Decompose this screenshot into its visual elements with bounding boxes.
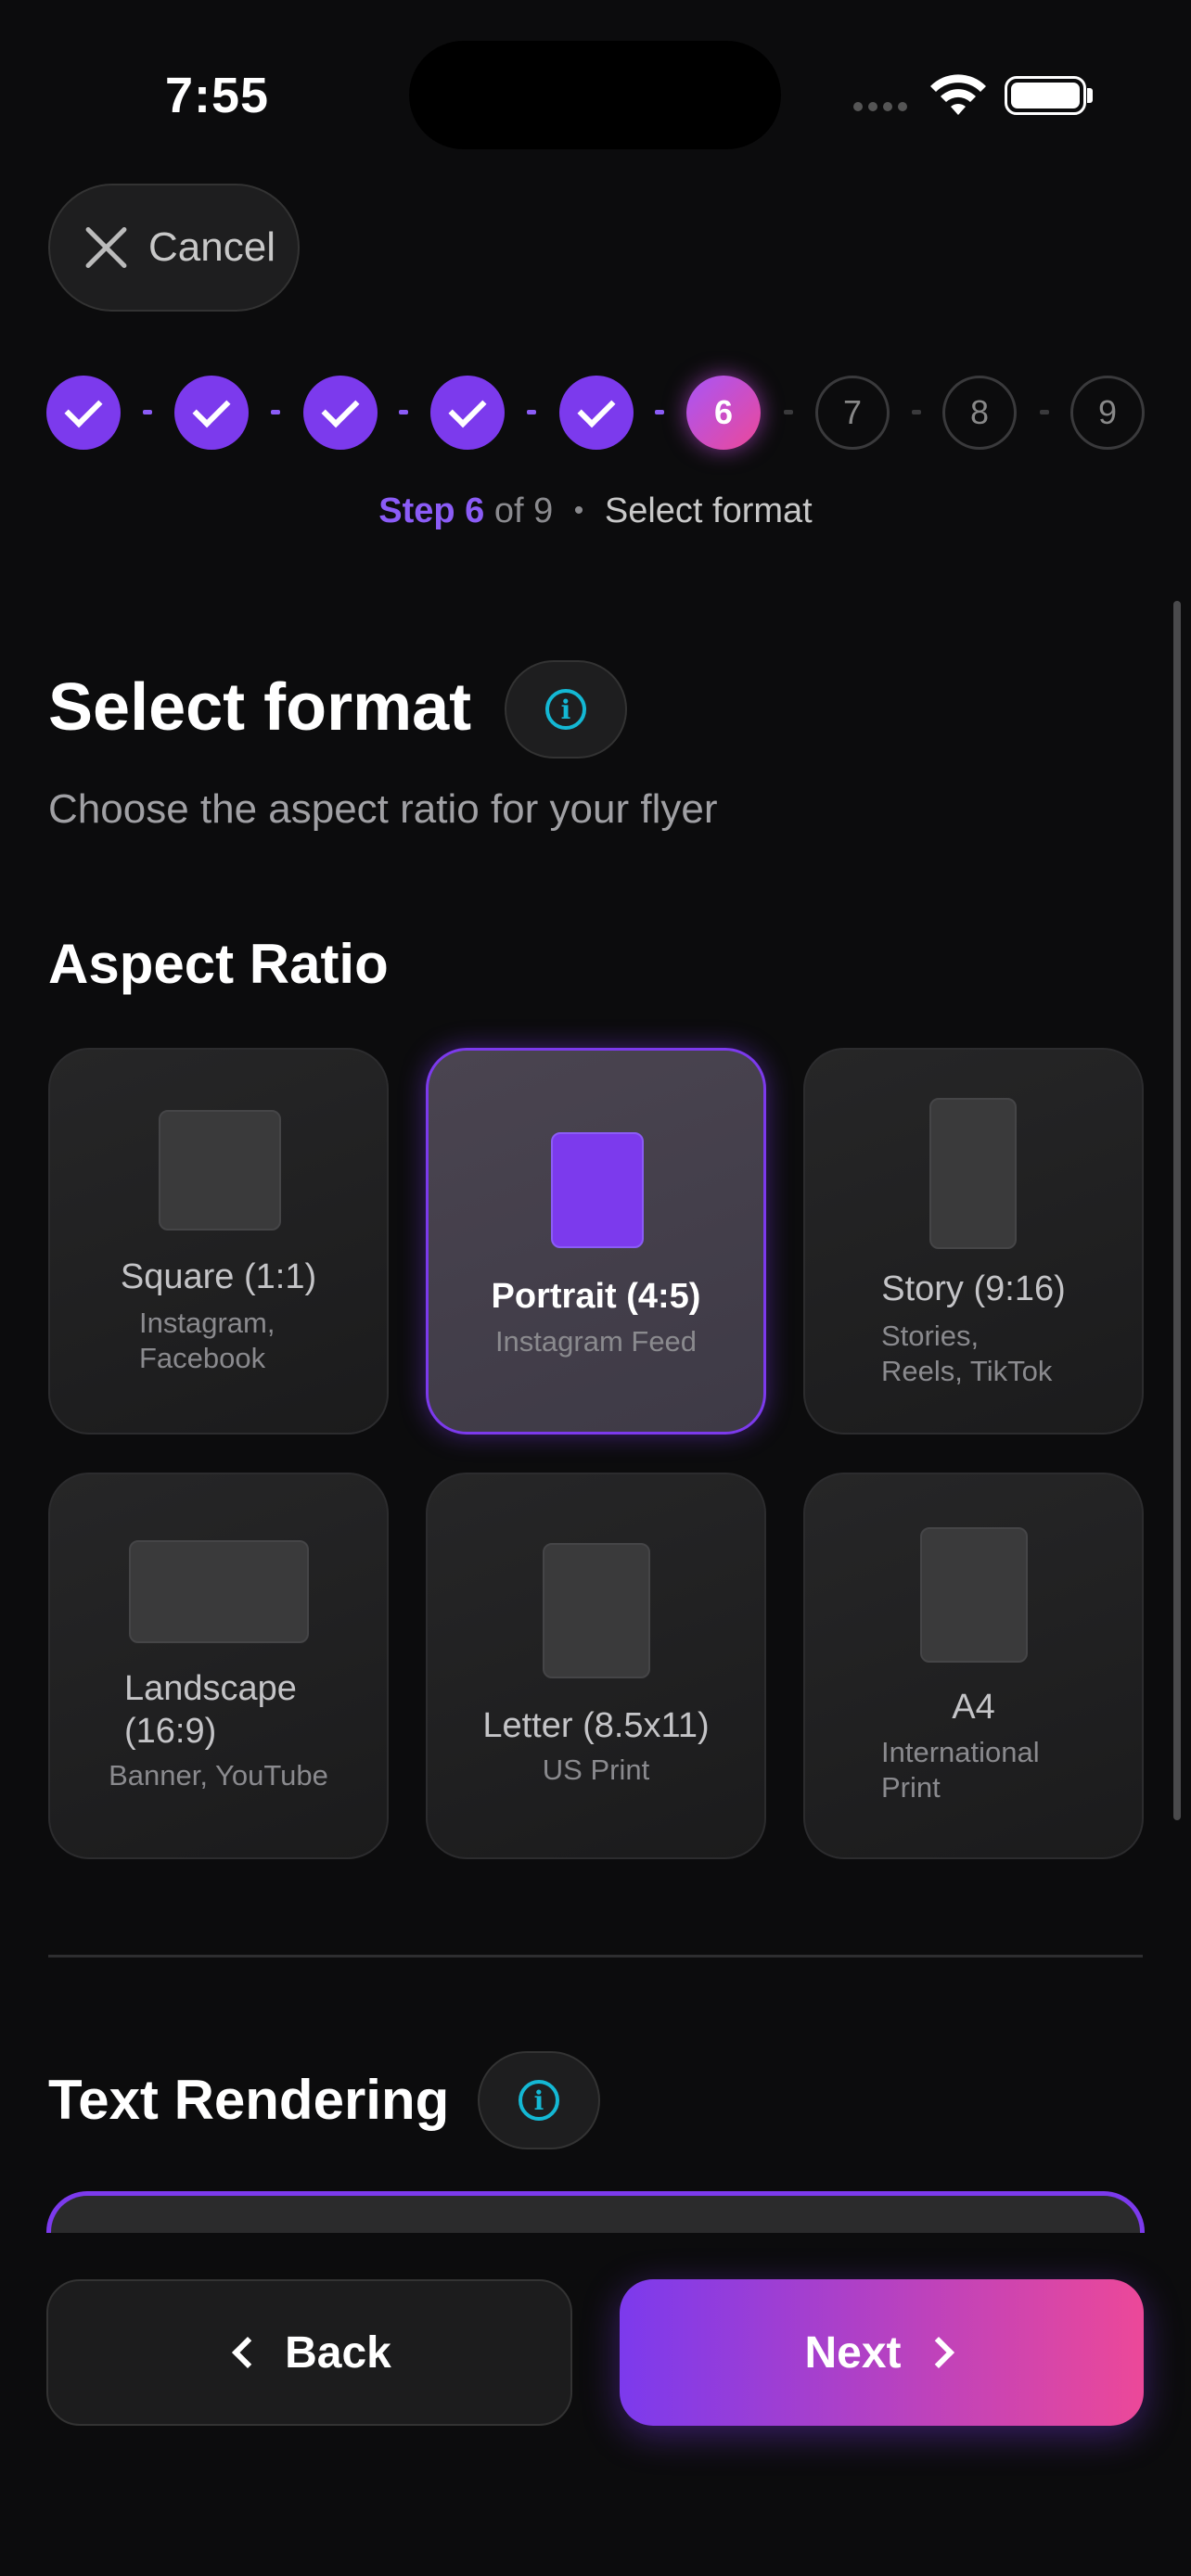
- step-connector: [1040, 410, 1049, 414]
- square-ratio-preview: [159, 1110, 281, 1231]
- close-icon: [82, 223, 130, 272]
- back-button[interactable]: Back: [46, 2279, 572, 2426]
- format-option-title: Story (9:16): [881, 1269, 1066, 1308]
- step-caption-name: Select format: [604, 491, 813, 530]
- battery-tip: [1087, 88, 1093, 103]
- page-title: Select format: [48, 670, 472, 745]
- landscape-ratio-preview: [129, 1540, 309, 1643]
- step-connector: [784, 410, 793, 414]
- scrollbar[interactable]: [1173, 601, 1181, 1820]
- format-option-portrait[interactable]: Portrait (4:5) Instagram Feed: [426, 1048, 766, 1435]
- format-option-story[interactable]: Story (9:16) Stories, Reels, TikTok: [803, 1048, 1144, 1435]
- battery-icon: [1005, 76, 1086, 115]
- step-connector: [271, 410, 280, 414]
- signal-icon: [853, 102, 907, 111]
- step-7: 7: [815, 376, 890, 450]
- step-8: 8: [942, 376, 1017, 450]
- step-caption-current: Step 6: [378, 491, 485, 530]
- a4-ratio-preview: [920, 1527, 1028, 1663]
- chevron-left-icon: [232, 2337, 264, 2368]
- text-rendering-info-button[interactable]: i: [478, 2051, 600, 2149]
- step-connector: [655, 410, 664, 414]
- step-9: 9: [1070, 376, 1145, 450]
- format-option-desc: Instagram Feed: [494, 1325, 698, 1358]
- section-divider: [48, 1955, 1143, 1958]
- format-option-square[interactable]: Square (1:1) Instagram, Facebook: [48, 1048, 389, 1435]
- step-1-completed: [46, 376, 121, 450]
- format-option-title: Portrait (4:5): [491, 1277, 701, 1316]
- check-icon: [321, 389, 360, 428]
- format-info-button[interactable]: i: [505, 660, 627, 759]
- status-time: 7:55: [165, 68, 270, 123]
- next-label: Next: [804, 2327, 902, 2378]
- format-option-desc: Stories,: [881, 1320, 980, 1352]
- info-icon: i: [519, 2080, 559, 2121]
- check-icon: [448, 389, 487, 428]
- progress-stepper: 6 7 8 9: [46, 376, 1146, 450]
- back-label: Back: [285, 2327, 391, 2378]
- wifi-icon: [930, 74, 986, 115]
- format-option-desc: Facebook: [139, 1342, 266, 1374]
- step-connector: [399, 410, 408, 414]
- step-2-completed: [174, 376, 249, 450]
- step-connector: [527, 410, 536, 414]
- check-icon: [64, 389, 103, 428]
- format-option-title: Letter (8.5x11): [482, 1706, 710, 1745]
- page-subtitle: Choose the aspect ratio for your flyer: [48, 786, 718, 832]
- step-caption-separator: •: [573, 495, 584, 526]
- portrait-ratio-preview: [551, 1132, 644, 1248]
- step-connector: [143, 410, 152, 414]
- check-icon: [577, 389, 616, 428]
- aspect-ratio-heading: Aspect Ratio: [48, 933, 389, 995]
- dynamic-island: [409, 41, 781, 149]
- format-option-title: Square (1:1): [120, 1257, 317, 1296]
- step-3-completed: [303, 376, 378, 450]
- format-option-title: (16:9): [124, 1712, 217, 1751]
- info-icon: i: [545, 689, 586, 730]
- format-option-title: A4: [952, 1688, 995, 1727]
- step-4-completed: [430, 376, 505, 450]
- letter-ratio-preview: [543, 1543, 650, 1678]
- next-button[interactable]: Next: [620, 2279, 1144, 2426]
- text-rendering-heading: Text Rendering: [48, 2069, 450, 2131]
- step-caption-total: of 9: [493, 491, 554, 530]
- step-5-completed: [559, 376, 634, 450]
- format-option-letter[interactable]: Letter (8.5x11) US Print: [426, 1473, 766, 1859]
- format-option-desc: Banner, YouTube: [109, 1759, 328, 1792]
- format-option-a4[interactable]: A4 International Print: [803, 1473, 1144, 1859]
- check-icon: [192, 389, 231, 428]
- step-6-current: 6: [686, 376, 761, 450]
- format-option-title: Landscape: [124, 1669, 297, 1708]
- format-option-desc: Reels, TikTok: [881, 1355, 1053, 1387]
- cancel-button[interactable]: Cancel: [48, 184, 300, 312]
- bottom-action-bar: Back Next: [0, 2233, 1191, 2576]
- step-caption: Step 6 of 9 • Select format: [0, 491, 1191, 531]
- story-ratio-preview: [929, 1098, 1017, 1249]
- format-option-desc: US Print: [542, 1753, 650, 1786]
- format-option-desc: Instagram,: [139, 1307, 275, 1339]
- cancel-label: Cancel: [148, 224, 275, 270]
- chevron-right-icon: [922, 2337, 954, 2368]
- format-option-landscape[interactable]: Landscape (16:9) Banner, YouTube: [48, 1473, 389, 1859]
- step-connector: [912, 410, 921, 414]
- format-option-desc: Print: [881, 1771, 941, 1804]
- format-option-desc: International: [881, 1736, 1040, 1768]
